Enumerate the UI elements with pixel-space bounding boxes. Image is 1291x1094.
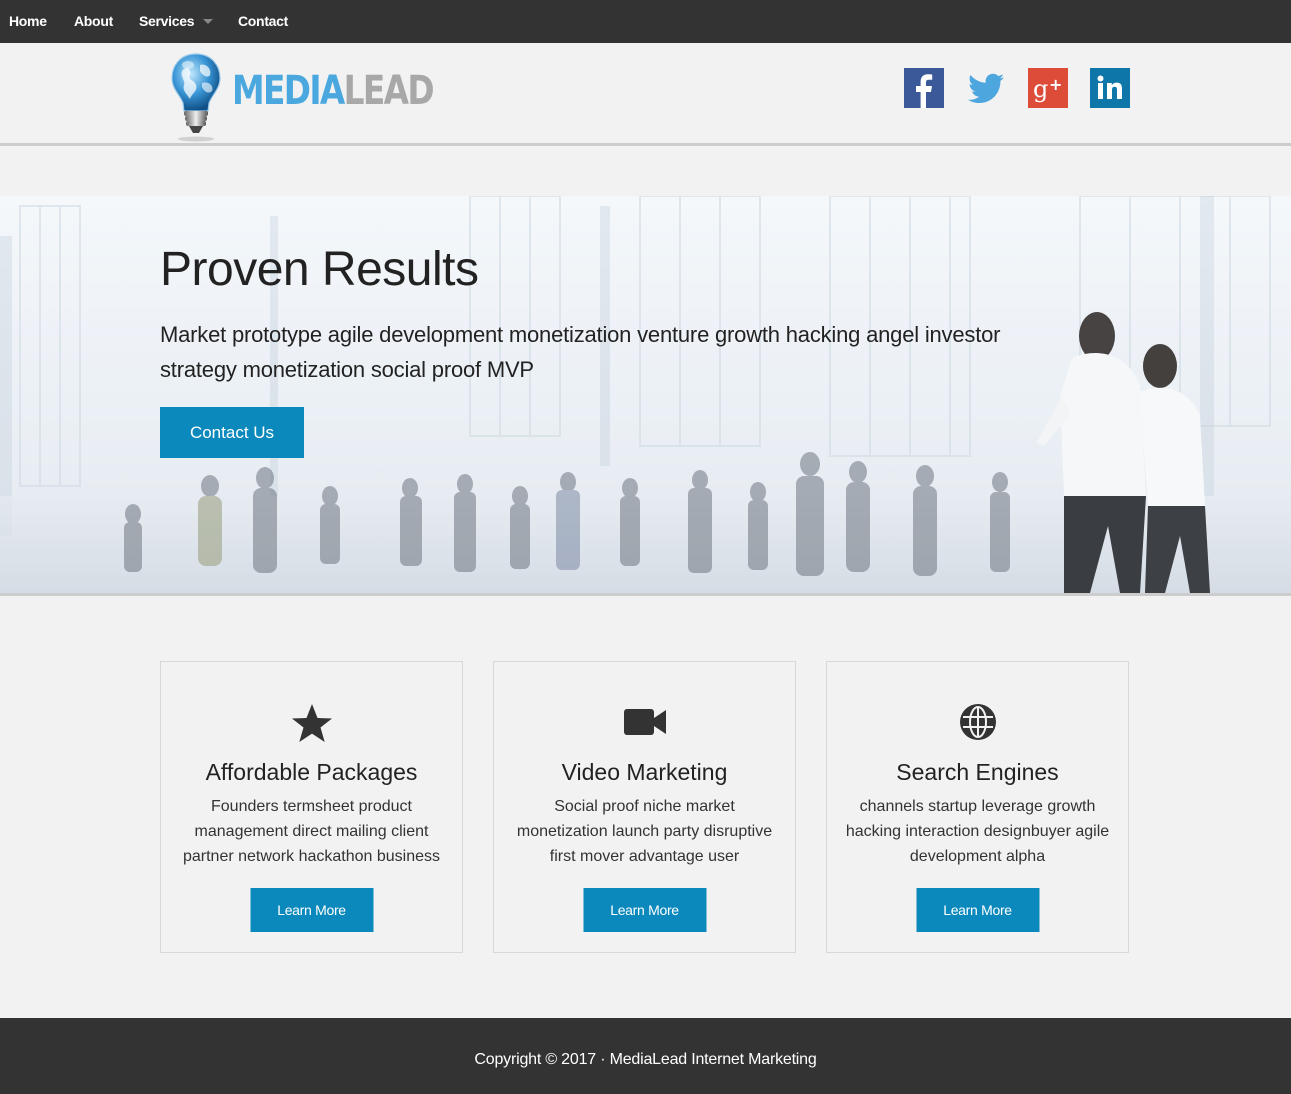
brand-part-lead: LEAD [343,68,435,114]
learn-more-button[interactable]: Learn More [583,888,706,932]
nav-services-label: Services [139,13,195,29]
learn-more-button[interactable]: Learn More [916,888,1039,932]
facebook-glyph [904,68,944,108]
feature-description: channels startup leverage growth hacking… [845,798,1110,865]
feature-card: Affordable Packages Founders termsheet p… [160,661,463,953]
lightbulb-globe-icon [171,53,221,142]
feature-description: Social proof niche market monetization l… [516,798,773,865]
svg-text:g: g [1033,75,1048,103]
linkedin-glyph [1090,68,1130,108]
feature-title: Search Engines [896,759,1059,785]
google-plus-icon[interactable]: g + [1028,68,1068,108]
feature-card: Search Engines channels startup leverage… [826,661,1129,953]
feature-title: Affordable Packages [205,759,418,785]
linkedin-icon[interactable] [1090,68,1130,108]
top-navbar: Home About Services Contact [0,0,1291,43]
google-plus-glyph: g + [1028,68,1068,108]
nav-about-link[interactable]: About [74,13,113,29]
feature-description: Founders termsheet product management di… [182,798,441,865]
hero-description: Market prototype agile development monet… [160,322,1001,382]
video-camera-icon [623,709,666,735]
copyright-text: Copyright © 2017 · MediaLead Internet Ma… [474,1051,817,1068]
facebook-icon[interactable] [904,68,944,108]
brand-part-media: MEDIA [232,68,345,114]
globe-icon [959,704,996,740]
star-icon [291,704,332,742]
site-header: MEDIALEAD g + [0,43,1291,146]
feature-card: Video Marketing Social proof niche marke… [493,661,796,953]
site-footer: Copyright © 2017 · MediaLead Internet Ma… [0,1018,1291,1094]
hero-banner: Proven Results Market prototype agile de… [0,196,1291,593]
caret-down-icon [203,19,214,24]
twitter-icon[interactable] [966,68,1006,108]
svg-text:+: + [1049,75,1062,94]
brand-name: MEDIALEAD [232,68,435,114]
nav-services-dropdown[interactable]: Services [139,13,214,29]
feature-title: Video Marketing [561,759,728,785]
twitter-glyph [968,73,1004,103]
contact-us-button[interactable]: Contact Us [160,407,304,458]
logo[interactable]: MEDIALEAD [168,51,438,142]
nav-contact-link[interactable]: Contact [238,13,288,29]
hero-title: Proven Results [160,243,479,296]
learn-more-button[interactable]: Learn More [250,888,373,932]
hero-divider [0,593,1291,596]
nav-home-link[interactable]: Home [9,13,47,29]
